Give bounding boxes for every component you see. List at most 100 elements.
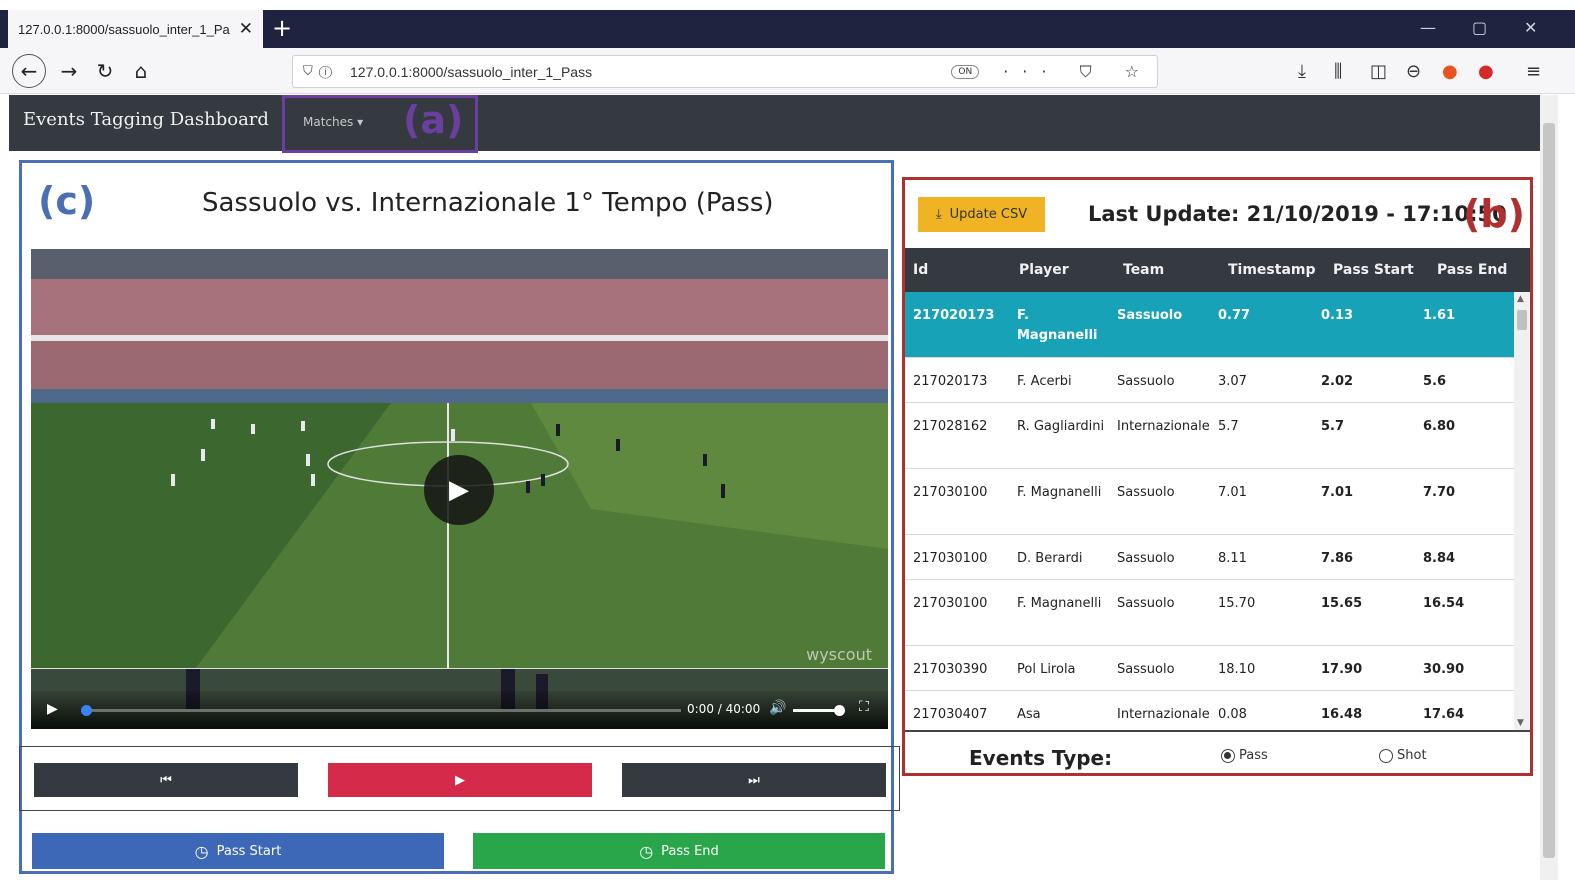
tab-close-icon[interactable]: ✕ (239, 19, 253, 39)
table-scrollbar[interactable]: ▲ ▼ (1514, 292, 1530, 730)
annotation-b: (b) (1463, 192, 1525, 236)
radio-pass-label: Pass (1239, 748, 1268, 763)
events-table: 217020173 F. Magnanelli Sassuolo 0.77 0.13 1.… (905, 292, 1514, 730)
library-icon[interactable]: ⫼ (1334, 61, 1342, 82)
cell-player: Asa (1017, 707, 1041, 722)
column-header-player[interactable]: Player (1019, 262, 1069, 278)
table-scrollbar-thumb[interactable] (1517, 310, 1527, 330)
cell-timestamp: 5.7 (1218, 419, 1239, 434)
new-tab-icon[interactable]: + (272, 16, 292, 40)
adblock-icon[interactable]: ● (1478, 61, 1494, 82)
table-row[interactable]: 217020173 F. Magnanelli Sassuolo 0.77 0.13 1.… (905, 292, 1514, 358)
page-scrollbar-thumb[interactable] (1543, 123, 1555, 858)
play-icon[interactable]: ▶ (47, 701, 58, 717)
column-header-team[interactable]: Team (1123, 262, 1164, 278)
clock-icon: ◷ (639, 841, 654, 861)
cell-timestamp: 18.10 (1218, 662, 1256, 677)
update-csv-label: Update CSV (949, 207, 1028, 222)
video-panel: (c) Sassuolo vs. Internazionale 1° Tempo… (19, 160, 900, 874)
cell-team: Internazionale (1117, 707, 1210, 722)
video-controls: ▶ 0:00 / 40:00 🔊 ⛶ (31, 691, 888, 729)
cell-player: F. Magnanelli (1017, 308, 1098, 343)
cell-pass-start: 15.65 (1321, 596, 1363, 611)
pass-start-label: Pass Start (216, 843, 282, 859)
cell-pass-end: 5.6 (1423, 374, 1447, 389)
scroll-down-icon[interactable]: ▼ (1517, 718, 1524, 728)
table-row[interactable]: 217030100 D. Berardi Sassuolo 8.11 7.86 8.84 (905, 535, 1514, 580)
skip-forward-icon: ⏭ (748, 772, 760, 788)
radio-shot-circle[interactable] (1379, 748, 1393, 763)
column-header-pass-start[interactable]: Pass Start (1333, 262, 1414, 278)
forward-icon[interactable]: → (54, 56, 84, 86)
column-header-timestamp[interactable]: Timestamp (1228, 262, 1316, 278)
reader-badge[interactable]: ON (951, 64, 980, 79)
radio-shot-label: Shot (1397, 748, 1427, 763)
table-header: Id Player Team Timestamp Pass Start Pass… (905, 248, 1530, 292)
page-actions-icons[interactable]: ··· ⛉ ☆ (1003, 62, 1153, 82)
progress-handle[interactable] (81, 705, 92, 716)
video-player[interactable]: ▶ wyscout ▶ 0:00 / 40:00 🔊 ⛶ (31, 249, 888, 729)
cell-team: Sassuolo (1117, 596, 1175, 611)
update-csv-button[interactable]: ⤓ Update CSV (918, 197, 1045, 232)
cell-player: F. Acerbi (1017, 374, 1072, 389)
radio-pass-circle[interactable] (1221, 748, 1235, 763)
sidebar-icon[interactable]: ◫ (1370, 61, 1387, 82)
page-scrollbar[interactable] (1540, 95, 1558, 880)
url-bar[interactable]: ⛉ⓘ 127.0.0.1:8000/sassuolo_inter_1_Pass … (292, 55, 1158, 88)
playback-controls-row: ⏮ ▶ ⏭ (19, 746, 900, 811)
download-icon[interactable]: ⤓ (1298, 61, 1306, 82)
maximize-icon[interactable]: ▢ (1472, 18, 1487, 37)
cell-player: F. Magnanelli (1017, 485, 1102, 500)
cell-pass-end: 16.54 (1423, 596, 1465, 611)
video-play-overlay-icon[interactable]: ▶ (424, 455, 494, 525)
volume-icon[interactable]: 🔊 (769, 700, 786, 716)
fullscreen-icon[interactable]: ⛶ (859, 699, 869, 715)
video-title: Sassuolo vs. Internazionale 1° Tempo (Pa… (202, 188, 774, 218)
events-type-row: Events Type: Pass Shot (905, 730, 1530, 776)
cell-timestamp: 15.70 (1218, 596, 1256, 611)
app-brand[interactable]: Events Tagging Dashboard (23, 109, 269, 130)
table-row[interactable]: 217030100 F. Magnanelli Sassuolo 7.01 7.01 7.… (905, 469, 1514, 535)
pass-end-button[interactable]: ◷ Pass End (473, 833, 885, 869)
previous-button[interactable]: ⏮ (34, 763, 298, 797)
table-row[interactable]: 217030390 Pol Lirola Sassuolo 18.10 17.90 30.… (905, 646, 1514, 691)
volume-slider[interactable] (793, 705, 845, 716)
browser-tab[interactable]: 127.0.0.1:8000/sassuolo_inter_1_Pa ✕ (8, 10, 263, 48)
radio-pass[interactable]: Pass (1221, 748, 1268, 763)
table-row[interactable]: 217030407 Asa Internazionale 0.08 16.48 17.64 (905, 691, 1514, 730)
progress-bar[interactable] (81, 705, 681, 716)
table-row[interactable]: 217030100 F. Magnanelli Sassuolo 15.70 15.65… (905, 580, 1514, 646)
cell-id: 217030100 (913, 551, 988, 566)
table-row[interactable]: 217020173 F. Acerbi Sassuolo 3.07 2.02 5.6 (905, 358, 1514, 403)
radio-shot[interactable]: Shot (1379, 748, 1427, 763)
back-icon[interactable]: ← (12, 54, 46, 88)
scroll-up-icon[interactable]: ▲ (1517, 294, 1524, 304)
url-text[interactable]: 127.0.0.1:8000/sassuolo_inter_1_Pass (350, 64, 951, 80)
cell-id: 217020173 (913, 374, 988, 389)
play-button[interactable]: ▶ (328, 763, 592, 797)
volume-knob[interactable] (834, 705, 845, 716)
cell-pass-end: 7.70 (1423, 485, 1456, 500)
cell-id: 217030407 (913, 707, 988, 722)
table-row[interactable]: 217028162 R. Gagliardini Internazionale 5.7… (905, 403, 1514, 469)
next-button[interactable]: ⏭ (622, 763, 886, 797)
window-close-icon[interactable]: ✕ (1524, 18, 1537, 37)
block-icon[interactable]: ⊖ (1406, 61, 1421, 82)
column-header-pass-end[interactable]: Pass End (1437, 262, 1507, 278)
column-header-id[interactable]: Id (913, 262, 928, 278)
cell-pass-start: 7.01 (1321, 485, 1354, 500)
cell-pass-end: 17.64 (1423, 707, 1465, 722)
cell-timestamp: 8.11 (1218, 551, 1247, 566)
menu-icon[interactable]: ≡ (1526, 61, 1541, 82)
extension-icon[interactable]: ● (1442, 61, 1458, 82)
cell-team: Sassuolo (1117, 485, 1175, 500)
cell-player: R. Gagliardini (1017, 419, 1105, 434)
minimize-icon[interactable]: — (1420, 18, 1436, 37)
site-info-icon[interactable]: ⛉ⓘ (303, 64, 338, 79)
events-panel: ⤓ Update CSV Last Update: 21/10/2019 - 17… (902, 177, 1533, 776)
matches-dropdown[interactable]: Matches ▾ (303, 115, 363, 129)
pass-start-button[interactable]: ◷ Pass Start (32, 833, 444, 869)
home-icon[interactable]: ⌂ (126, 56, 156, 86)
cell-pass-start: 5.7 (1321, 419, 1345, 434)
reload-icon[interactable]: ↻ (90, 56, 120, 86)
